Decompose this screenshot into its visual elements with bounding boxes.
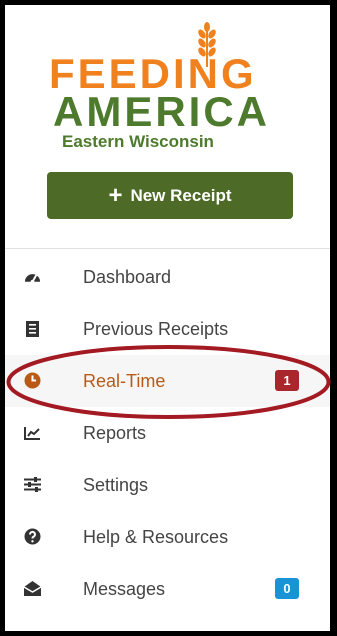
logo-region: Eastern Wisconsin (62, 132, 214, 151)
clock-icon (24, 372, 41, 389)
nav-label: Messages (83, 578, 166, 599)
nav-item-previous-receipts[interactable]: Previous Receipts (5, 303, 330, 355)
nav-item-help-resources[interactable]: Help & Resources (5, 511, 330, 563)
sliders-icon (24, 476, 41, 493)
nav-item-settings[interactable]: Settings (5, 459, 330, 511)
line-chart-icon (24, 424, 41, 441)
feeding-america-logo: FEEDING AMERICA Eastern Wisconsin (5, 5, 330, 165)
divider (5, 248, 330, 249)
plus-icon: + (108, 181, 123, 209)
nav-item-real-time[interactable]: Real-Time 1 (5, 355, 330, 407)
nav-item-reports[interactable]: Reports (5, 407, 330, 459)
nav-label: Previous Receipts (83, 318, 229, 339)
real-time-count-badge: 1 (275, 370, 299, 391)
nav-item-messages[interactable]: Messages 0 (5, 563, 330, 615)
dashboard-gauge-icon (24, 268, 41, 285)
nav-item-dashboard[interactable]: Dashboard (5, 251, 330, 303)
nav-label: Help & Resources (83, 526, 229, 547)
nav-label: Settings (83, 474, 149, 495)
sidebar: FEEDING AMERICA Eastern Wisconsin + New … (5, 5, 330, 631)
envelope-open-icon (24, 580, 41, 597)
new-receipt-label: New Receipt (130, 185, 232, 205)
messages-count-badge: 0 (275, 578, 299, 599)
new-receipt-button[interactable]: + New Receipt (47, 172, 293, 219)
nav-label: Real-Time (83, 370, 166, 391)
nav-label: Reports (83, 422, 147, 443)
nav-label: Dashboard (83, 266, 172, 287)
question-circle-icon (24, 528, 41, 545)
receipt-icon (24, 320, 41, 337)
nav-menu: Dashboard Previous Receipts Real-Time 1 … (5, 251, 330, 615)
logo-line-america: AMERICA (53, 88, 270, 135)
